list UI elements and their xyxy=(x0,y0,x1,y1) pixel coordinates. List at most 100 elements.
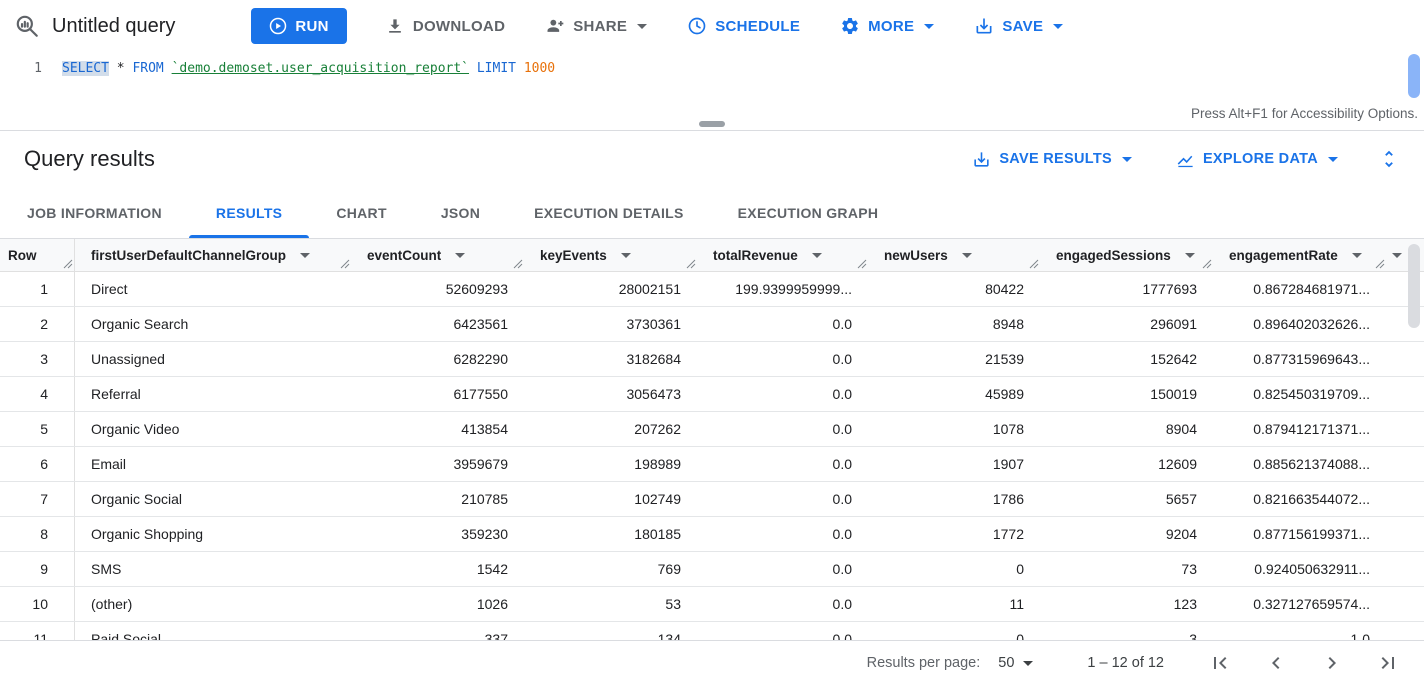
panel-resize-handle[interactable] xyxy=(699,121,725,127)
table-row: 3Unassigned628229031826840.0215391526420… xyxy=(0,342,1424,377)
sql-editor[interactable]: 1 SELECT * FROM `demo.demoset.user_acqui… xyxy=(0,52,1424,131)
column-resize-handle[interactable] xyxy=(1029,259,1039,269)
column-resize-handle[interactable] xyxy=(340,259,350,269)
column-sort-dropdown[interactable] xyxy=(451,251,467,260)
column-header-partial[interactable] xyxy=(1386,239,1410,271)
scrollbar-thumb[interactable] xyxy=(1408,244,1420,328)
query-magnifier-icon xyxy=(14,13,40,39)
share-button[interactable]: SHARE xyxy=(545,8,647,44)
row-number-cell: 4 xyxy=(0,377,75,411)
download-button[interactable]: DOWNLOAD xyxy=(385,8,505,44)
column-resize-handle[interactable] xyxy=(63,259,73,269)
table-cell: 3182684 xyxy=(524,342,697,376)
table-cell: Organic Social xyxy=(75,482,351,516)
table-cell: 0.885621374088... xyxy=(1213,447,1386,481)
tab-json[interactable]: JSON xyxy=(414,187,507,238)
column-label: engagedSessions xyxy=(1056,248,1171,263)
table-cell: 52609293 xyxy=(351,272,524,306)
query-title: Untitled query xyxy=(52,15,175,38)
share-button-label: SHARE xyxy=(573,18,627,35)
column-header-totalRevenue[interactable]: totalRevenue xyxy=(697,239,868,271)
column-header-firstUserDefaultChannelGroup[interactable]: firstUserDefaultChannelGroup xyxy=(75,239,351,271)
row-number-cell: 8 xyxy=(0,517,75,551)
column-header-engagedSessions[interactable]: engagedSessions xyxy=(1040,239,1213,271)
column-resize-handle[interactable] xyxy=(686,259,696,269)
results-per-page-select[interactable]: 50 xyxy=(998,655,1033,671)
column-sort-dropdown[interactable] xyxy=(617,251,633,260)
table-row: 4Referral617755030564730.0459891500190.8… xyxy=(0,377,1424,412)
column-header-keyEvents[interactable]: keyEvents xyxy=(524,239,697,271)
table-row: 5Organic Video4138542072620.0107889040.8… xyxy=(0,412,1424,447)
column-label: newUsers xyxy=(884,248,948,263)
schedule-button[interactable]: SCHEDULE xyxy=(687,8,800,44)
table-cell: 6282290 xyxy=(351,342,524,376)
table-cell: Unassigned xyxy=(75,342,351,376)
column-resize-handle[interactable] xyxy=(1375,259,1385,269)
table-cell: 1026 xyxy=(351,587,524,621)
explore-data-button[interactable]: EXPLORE DATA xyxy=(1176,150,1338,169)
table-cell: 0.0 xyxy=(697,587,868,621)
column-sort-dropdown[interactable] xyxy=(1388,251,1404,260)
table-cell: 180185 xyxy=(524,517,697,551)
column-resize-handle[interactable] xyxy=(857,259,867,269)
save-results-button[interactable]: SAVE RESULTS xyxy=(972,150,1132,169)
run-button[interactable]: RUN xyxy=(251,8,346,44)
arrow-drop-down-icon xyxy=(1185,253,1195,258)
column-sort-dropdown[interactable] xyxy=(958,251,974,260)
save-results-label: SAVE RESULTS xyxy=(999,151,1112,167)
tab-execution-details[interactable]: EXECUTION DETAILS xyxy=(507,187,711,238)
row-number-cell: 3 xyxy=(0,342,75,376)
save-button[interactable]: SAVE xyxy=(974,8,1063,44)
sql-code-line[interactable]: SELECT * FROM `demo.demoset.user_acquisi… xyxy=(62,59,555,79)
page-range-info: 1 – 12 of 12 xyxy=(1087,655,1164,671)
column-sort-dropdown[interactable] xyxy=(1348,251,1364,260)
table-cell: Organic Search xyxy=(75,307,351,341)
column-header-row-number[interactable]: Row xyxy=(0,239,75,271)
tab-job-information[interactable]: JOB INFORMATION xyxy=(0,187,189,238)
sql-keyword-from: FROM xyxy=(132,61,163,76)
column-header-engagementRate[interactable]: engagementRate xyxy=(1213,239,1386,271)
row-number-cell: 6 xyxy=(0,447,75,481)
arrow-drop-down-icon xyxy=(300,253,310,258)
results-header: Query results SAVE RESULTS EXPLORE DATA xyxy=(0,131,1424,187)
row-number-cell: 9 xyxy=(0,552,75,586)
unfold-more-icon xyxy=(1378,148,1400,170)
column-label: Row xyxy=(8,248,37,263)
table-cell: 5657 xyxy=(1040,482,1213,516)
column-header-newUsers[interactable]: newUsers xyxy=(868,239,1040,271)
previous-page-button[interactable] xyxy=(1264,651,1288,675)
first-page-button[interactable] xyxy=(1208,651,1232,675)
table-cell: 1772 xyxy=(868,517,1040,551)
more-button[interactable]: MORE xyxy=(840,8,934,44)
column-sort-dropdown[interactable] xyxy=(1181,251,1197,260)
last-page-button[interactable] xyxy=(1376,651,1400,675)
column-sort-dropdown[interactable] xyxy=(296,251,312,260)
table-cell: 3 xyxy=(1040,622,1213,640)
table-cell: 21539 xyxy=(868,342,1040,376)
table-cell: Organic Video xyxy=(75,412,351,446)
tab-results[interactable]: RESULTS xyxy=(189,187,309,238)
table-cell: 28002151 xyxy=(524,272,697,306)
sql-keyword-limit: LIMIT xyxy=(477,61,516,76)
sql-table-reference-link[interactable]: `demo.demoset.user_acquisition_report` xyxy=(172,61,469,76)
column-sort-dropdown[interactable] xyxy=(808,251,824,260)
table-row: 7Organic Social2107851027490.0178656570.… xyxy=(0,482,1424,517)
table-cell: 337 xyxy=(351,622,524,640)
table-cell: 102749 xyxy=(524,482,697,516)
table-cell: 1542 xyxy=(351,552,524,586)
table-cell: 3730361 xyxy=(524,307,697,341)
column-resize-handle[interactable] xyxy=(513,259,523,269)
column-header-eventCount[interactable]: eventCount xyxy=(351,239,524,271)
table-cell: 199.9399959999... xyxy=(697,272,868,306)
expand-results-button[interactable] xyxy=(1378,148,1400,170)
column-resize-handle[interactable] xyxy=(1202,259,1212,269)
line-number: 1 xyxy=(0,59,48,79)
editor-scrollbar[interactable] xyxy=(1408,54,1420,98)
table-vertical-scrollbar[interactable] xyxy=(1408,244,1420,634)
clock-icon xyxy=(687,16,707,36)
column-label: keyEvents xyxy=(540,248,607,263)
tab-chart[interactable]: CHART xyxy=(309,187,414,238)
table-cell: 0.0 xyxy=(697,412,868,446)
tab-execution-graph[interactable]: EXECUTION GRAPH xyxy=(711,187,906,238)
next-page-button[interactable] xyxy=(1320,651,1344,675)
